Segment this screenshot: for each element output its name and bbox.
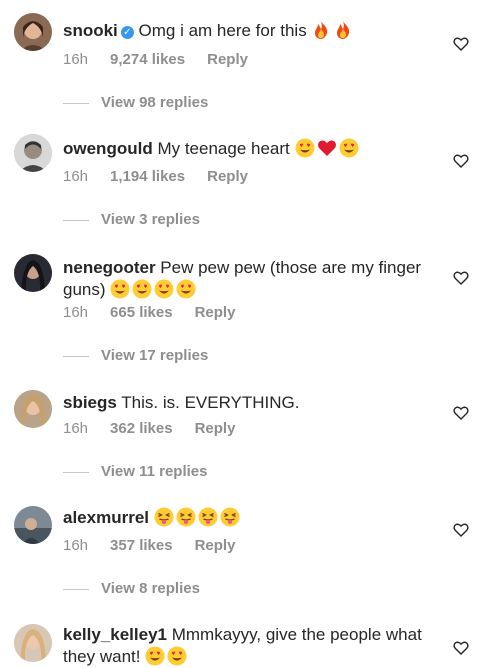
- reply-button[interactable]: Reply: [207, 51, 248, 68]
- likes-count[interactable]: 1,194 likes: [110, 168, 185, 185]
- comment-text: alexmurrel: [63, 507, 433, 529]
- heart-eyes-emoji-icon: [176, 279, 196, 299]
- comment-text: nenegooter Pew pew pew (those are my fin…: [63, 257, 433, 301]
- tongue-wink-emoji-icon: [154, 507, 174, 527]
- username[interactable]: kelly_kelley1: [63, 625, 167, 644]
- reply-button[interactable]: Reply: [207, 168, 248, 185]
- heart-eyes-emoji-icon: [339, 138, 359, 158]
- divider-line: [63, 219, 89, 221]
- timestamp[interactable]: 16h: [63, 168, 88, 185]
- timestamp[interactable]: 16h: [63, 537, 88, 554]
- comment-body: Omg i am here for this: [138, 21, 307, 40]
- avatar[interactable]: [14, 134, 52, 172]
- heart-eyes-emoji-icon: [132, 279, 152, 299]
- divider-line: [63, 588, 89, 590]
- comment-meta: 16h 9,274 likes Reply: [63, 51, 270, 69]
- heart-outline-icon[interactable]: [453, 405, 469, 421]
- username[interactable]: snooki: [63, 21, 118, 40]
- view-replies-button[interactable]: View 3 replies: [63, 211, 200, 229]
- avatar[interactable]: [14, 13, 52, 51]
- heart-outline-icon[interactable]: [453, 522, 469, 538]
- reply-button[interactable]: Reply: [195, 420, 236, 437]
- avatar[interactable]: [14, 506, 52, 544]
- comment-text: owengould My teenage heart: [63, 138, 433, 160]
- divider-line: [63, 355, 89, 357]
- likes-count[interactable]: 357 likes: [110, 537, 173, 554]
- timestamp[interactable]: 16h: [63, 420, 88, 437]
- avatar[interactable]: [14, 624, 52, 662]
- view-replies-button[interactable]: View 17 replies: [63, 347, 208, 365]
- view-replies-button[interactable]: View 8 replies: [63, 580, 200, 598]
- view-replies-label: View 11 replies: [101, 463, 208, 480]
- heart-eyes-emoji-icon: [145, 646, 165, 666]
- heart-outline-icon[interactable]: [453, 270, 469, 286]
- fire-emoji-icon: [333, 20, 353, 40]
- likes-count[interactable]: 362 likes: [110, 420, 173, 437]
- reply-button[interactable]: Reply: [195, 537, 236, 554]
- avatar[interactable]: [14, 254, 52, 292]
- comment-text: sbiegs This. is. EVERYTHING.: [63, 392, 433, 414]
- heart-outline-icon[interactable]: [453, 36, 469, 52]
- view-replies-button[interactable]: View 11 replies: [63, 463, 207, 481]
- timestamp[interactable]: 16h: [63, 51, 88, 68]
- tongue-wink-emoji-icon: [198, 507, 218, 527]
- view-replies-button[interactable]: View 98 replies: [63, 94, 208, 112]
- divider-line: [63, 471, 89, 473]
- tongue-wink-emoji-icon: [220, 507, 240, 527]
- comment-meta: 16h 665 likes Reply: [63, 304, 257, 322]
- username[interactable]: owengould: [63, 139, 153, 158]
- heart-eyes-emoji-icon: [154, 279, 174, 299]
- timestamp[interactable]: 16h: [63, 304, 88, 321]
- view-replies-label: View 3 replies: [101, 211, 200, 228]
- comment-meta: 16h 357 likes Reply: [63, 537, 257, 555]
- verified-badge-icon: ✓: [120, 26, 134, 39]
- divider-line: [63, 102, 89, 104]
- tongue-wink-emoji-icon: [176, 507, 196, 527]
- view-replies-label: View 17 replies: [101, 347, 209, 364]
- comment-meta: 16h 1,194 likes Reply: [63, 168, 270, 186]
- username[interactable]: alexmurrel: [63, 508, 149, 527]
- fire-emoji-icon: [311, 20, 331, 40]
- username[interactable]: sbiegs: [63, 393, 117, 412]
- reply-button[interactable]: Reply: [195, 304, 236, 321]
- view-replies-label: View 98 replies: [101, 94, 209, 111]
- username[interactable]: nenegooter: [63, 258, 156, 277]
- avatar[interactable]: [14, 390, 52, 428]
- comment-meta: 16h 362 likes Reply: [63, 420, 257, 438]
- comment-body: My teenage heart: [157, 139, 290, 158]
- heart-outline-icon[interactable]: [453, 153, 469, 169]
- likes-count[interactable]: 9,274 likes: [110, 51, 185, 68]
- view-replies-label: View 8 replies: [101, 580, 200, 597]
- red-heart-emoji-icon: [317, 138, 337, 158]
- heart-eyes-emoji-icon: [110, 279, 130, 299]
- heart-outline-icon[interactable]: [453, 640, 469, 656]
- comment-body: This. is. EVERYTHING.: [121, 393, 300, 412]
- heart-eyes-emoji-icon: [295, 138, 315, 158]
- likes-count[interactable]: 665 likes: [110, 304, 173, 321]
- comment-text: snooki ✓ Omg i am here for this: [63, 20, 433, 42]
- comment-text: kelly_kelley1 Mmmkayyy, give the people …: [63, 624, 433, 668]
- heart-eyes-emoji-icon: [167, 646, 187, 666]
